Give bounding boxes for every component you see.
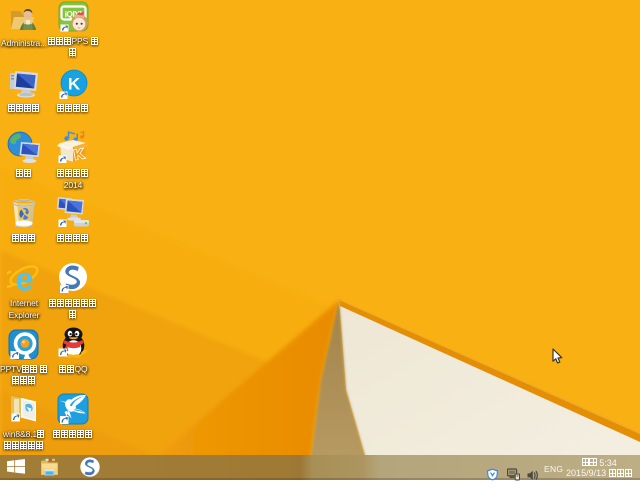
svg-text:e: e	[15, 262, 33, 294]
svg-text:K: K	[68, 75, 81, 94]
